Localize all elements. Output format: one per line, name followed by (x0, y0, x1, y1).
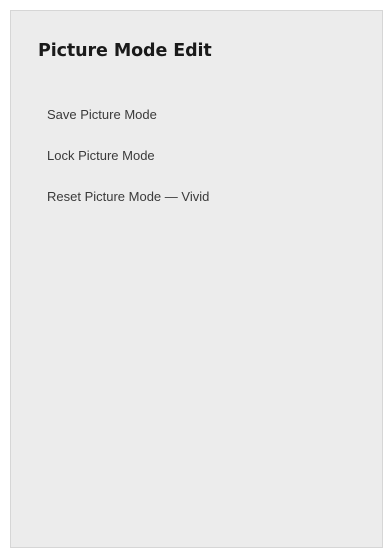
save-picture-mode-item[interactable]: Save Picture Mode (47, 107, 209, 148)
lock-picture-mode-item[interactable]: Lock Picture Mode (47, 148, 209, 189)
picture-mode-edit-panel: Picture Mode Edit Save Picture Mode Lock… (10, 10, 383, 548)
panel-title: Picture Mode Edit (38, 41, 212, 61)
picture-mode-menu: Save Picture Mode Lock Picture Mode Rese… (47, 107, 209, 230)
reset-picture-mode-item[interactable]: Reset Picture Mode — Vivid (47, 189, 209, 230)
